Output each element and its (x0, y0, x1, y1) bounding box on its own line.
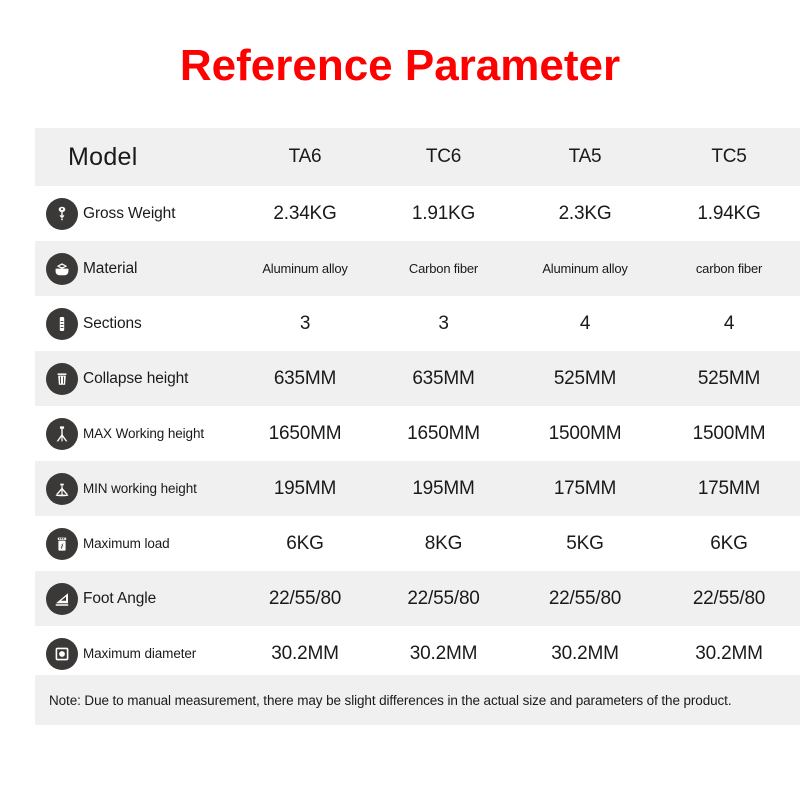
cell-maximum-diameter-ta6: 30.2MM (271, 642, 339, 664)
cell-gross-weight-tc5: 1.94KG (697, 202, 761, 224)
label-cell-sections: Sections (35, 307, 235, 340)
row-label-gross-weight: Gross Weight (83, 204, 176, 222)
label-cell-collapse-height: Collapse height (35, 362, 235, 395)
header-column-tc5: TC5 (711, 146, 747, 167)
cell-max-working-height-tc5: 1500MM (692, 422, 766, 444)
cell-material-tc5: carbon fiber (695, 261, 763, 276)
cell-max-working-height-ta6: 1650MM (268, 422, 342, 444)
cell-collapse-height-ta6: 635MM (273, 367, 337, 389)
cell-material-tc6: Carbon fiber (408, 261, 479, 276)
page-title: Reference Parameter (179, 41, 621, 90)
cell-foot-angle-ta5: 22/55/80 (548, 587, 622, 609)
row-label-maximum-diameter: Maximum diameter (83, 646, 197, 661)
row-label-min-working-height: MIN working height (83, 481, 197, 496)
cell-min-working-height-ta6: 195MM (273, 477, 337, 499)
table-row-foot-angle: Foot Angle 22/55/80 22/55/80 22/55/80 22… (35, 571, 800, 626)
cell-sections-tc5: 4 (723, 312, 735, 334)
row-label-foot-angle: Foot Angle (83, 589, 157, 607)
row-label-material: Material (83, 259, 138, 277)
table-row-maximum-load: Maximum load 6KG 8KG 5KG 6KG (35, 516, 800, 571)
cell-gross-weight-tc6: 1.91KG (411, 202, 476, 224)
label-cell-max-working-height: MAX Working height (35, 417, 235, 450)
cell-maximum-diameter-tc5: 30.2MM (695, 642, 763, 664)
header-column-ta5: TA5 (568, 146, 602, 167)
label-cell-gross-weight: Gross Weight (35, 197, 235, 230)
cell-material-ta6: Aluminum alloy (262, 261, 348, 276)
label-cell-min-working-height: MIN working height (35, 472, 235, 505)
table-row-min-working-height: MIN working height 195MM 195MM 175MM 175… (35, 461, 800, 516)
cell-collapse-height-tc6: 635MM (412, 367, 475, 389)
cell-sections-ta5: 4 (579, 312, 591, 334)
table-row-maximum-diameter: Maximum diameter 30.2MM 30.2MM 30.2MM 30… (35, 626, 800, 681)
cell-sections-tc6: 3 (438, 312, 449, 334)
cell-maximum-load-ta5: 5KG (566, 532, 604, 554)
table-row-material: Material Aluminum alloy Carbon fiber Alu… (35, 241, 800, 296)
label-cell-maximum-diameter: Maximum diameter (35, 637, 235, 670)
specification-table: Model TA6 TC6 TA5 TC5 Gross Weight 2.34K… (35, 128, 800, 681)
cell-min-working-height-tc6: 195MM (412, 477, 475, 499)
cell-material-ta5: Aluminum alloy (542, 261, 628, 276)
footer-note-text: Note: Due to manual measurement, there m… (49, 692, 732, 708)
table-row-max-working-height: MAX Working height 1650MM 1650MM 1500MM … (35, 406, 800, 461)
cell-min-working-height-tc5: 175MM (697, 477, 761, 499)
label-cell-material: Material (35, 252, 235, 285)
cell-collapse-height-ta5: 525MM (553, 367, 617, 389)
header-column-ta6: TA6 (288, 146, 322, 167)
hanging-scale-icon (46, 197, 78, 230)
cell-collapse-height-tc5: 525MM (697, 367, 761, 389)
header-label-cell: Model (35, 143, 235, 172)
table-row-gross-weight: Gross Weight 2.34KG 1.91KG 2.3KG 1.94KG (35, 186, 800, 241)
header-column-tc6: TC6 (425, 146, 462, 167)
cell-maximum-load-ta6: 6KG (286, 532, 324, 554)
label-cell-foot-angle: Foot Angle (35, 582, 235, 615)
tube-sections-icon (46, 307, 78, 340)
cell-sections-ta6: 3 (299, 312, 311, 334)
max-load-weight-icon (46, 527, 78, 560)
cell-maximum-load-tc6: 8KG (424, 532, 463, 554)
table-row-sections: Sections 3 3 4 4 (35, 296, 800, 351)
diameter-circle-icon (46, 637, 78, 670)
row-label-collapse-height: Collapse height (83, 369, 189, 387)
cell-foot-angle-ta6: 22/55/80 (268, 587, 342, 609)
reference-parameter-page: Reference Parameter Model TA6 TC6 TA5 TC… (0, 0, 800, 800)
cell-gross-weight-ta5: 2.3KG (558, 202, 612, 224)
header-model-label: Model (68, 142, 138, 171)
cell-foot-angle-tc6: 22/55/80 (407, 587, 480, 609)
folded-tripod-icon (46, 362, 78, 395)
cell-maximum-load-tc5: 6KG (710, 532, 748, 554)
cell-maximum-diameter-tc6: 30.2MM (409, 642, 478, 664)
row-label-maximum-load: Maximum load (83, 536, 170, 551)
cell-max-working-height-ta5: 1500MM (548, 422, 622, 444)
row-label-sections: Sections (83, 314, 142, 332)
row-label-max-working-height: MAX Working height (83, 426, 205, 441)
cell-gross-weight-ta6: 2.34KG (273, 202, 337, 224)
tall-tripod-icon (46, 417, 78, 450)
table-row-collapse-height: Collapse height 635MM 635MM 525MM 525MM (35, 351, 800, 406)
cell-min-working-height-ta5: 175MM (553, 477, 617, 499)
footer-note: Note: Due to manual measurement, there m… (35, 675, 800, 725)
short-tripod-icon (46, 472, 78, 505)
angle-wedge-icon (46, 582, 78, 615)
table-header-row: Model TA6 TC6 TA5 TC5 (35, 128, 800, 186)
cell-foot-angle-tc5: 22/55/80 (692, 587, 766, 609)
material-bowl-icon (46, 252, 78, 285)
label-cell-maximum-load: Maximum load (35, 527, 235, 560)
cell-maximum-diameter-ta5: 30.2MM (551, 642, 619, 664)
cell-max-working-height-tc6: 1650MM (407, 422, 480, 444)
